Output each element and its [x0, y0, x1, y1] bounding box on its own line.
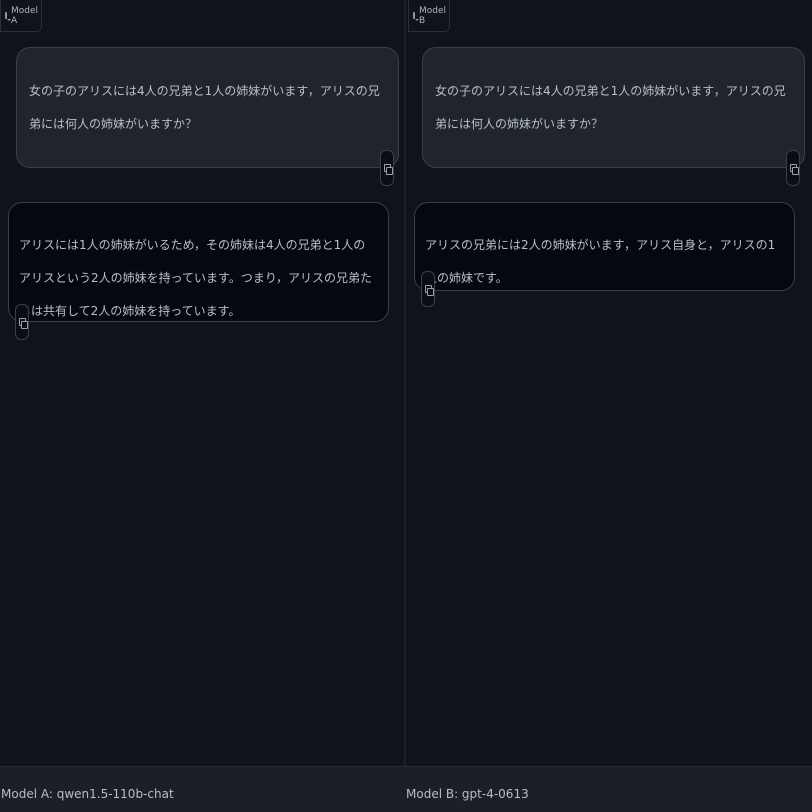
- chat-bubble-icon: [413, 12, 419, 21]
- model-b-user-copy-button[interactable]: [786, 150, 800, 186]
- model-a-bot-copy-button[interactable]: [15, 304, 29, 340]
- copy-icon: [424, 284, 434, 296]
- model-a-user-message: 女の子のアリスには4人の兄弟と1人の姉妹がいます，アリスの兄弟には何人の姉妹がい…: [16, 47, 399, 168]
- model-b-label-badge: Model B: [408, 0, 450, 32]
- copy-icon: [18, 317, 28, 329]
- model-b-bot-message: アリスの兄弟には2人の姉妹がいます，アリス自身と，アリスの1人の姉妹です。: [414, 202, 795, 291]
- model-b-bot-message-text: アリスの兄弟には2人の姉妹がいます，アリス自身と，アリスの1人の姉妹です。: [425, 238, 776, 285]
- model-a-bot-message: アリスには1人の姉妹がいるため，その姉妹は4人の兄弟と1人のアリスという2人の姉…: [8, 202, 389, 322]
- copy-icon: [383, 163, 393, 175]
- chat-bubble-icon: [5, 12, 11, 21]
- model-reveal-footer: Model A: qwen1.5-110b-chat Model B: gpt-…: [0, 766, 812, 812]
- model-a-label-badge: Model A: [0, 0, 42, 32]
- model-a-bot-message-text: アリスには1人の姉妹がいるため，その姉妹は4人の兄弟と1人のアリスという2人の姉…: [19, 238, 372, 318]
- model-b-panel: Model B 女の子のアリスには4人の兄弟と1人の姉妹がいます，アリスの兄弟に…: [405, 0, 812, 766]
- model-b-user-message: 女の子のアリスには4人の兄弟と1人の姉妹がいます，アリスの兄弟には何人の姉妹がい…: [422, 47, 805, 168]
- model-a-label: Model A: [11, 5, 39, 26]
- model-a-name: Model A: qwen1.5-110b-chat: [1, 787, 174, 801]
- model-b-user-message-text: 女の子のアリスには4人の兄弟と1人の姉妹がいます，アリスの兄弟には何人の姉妹がい…: [435, 84, 786, 131]
- copy-icon: [789, 163, 799, 175]
- model-b-label: Model B: [419, 5, 447, 26]
- model-b-name: Model B: gpt-4-0613: [406, 787, 529, 801]
- model-a-panel: Model A 女の子のアリスには4人の兄弟と1人の姉妹がいます，アリスの兄弟に…: [0, 0, 405, 766]
- model-b-bot-copy-button[interactable]: [421, 271, 435, 307]
- model-a-user-copy-button[interactable]: [380, 150, 394, 186]
- model-a-user-message-text: 女の子のアリスには4人の兄弟と1人の姉妹がいます，アリスの兄弟には何人の姉妹がい…: [29, 84, 380, 131]
- arena-comparison: Model A 女の子のアリスには4人の兄弟と1人の姉妹がいます，アリスの兄弟に…: [0, 0, 812, 812]
